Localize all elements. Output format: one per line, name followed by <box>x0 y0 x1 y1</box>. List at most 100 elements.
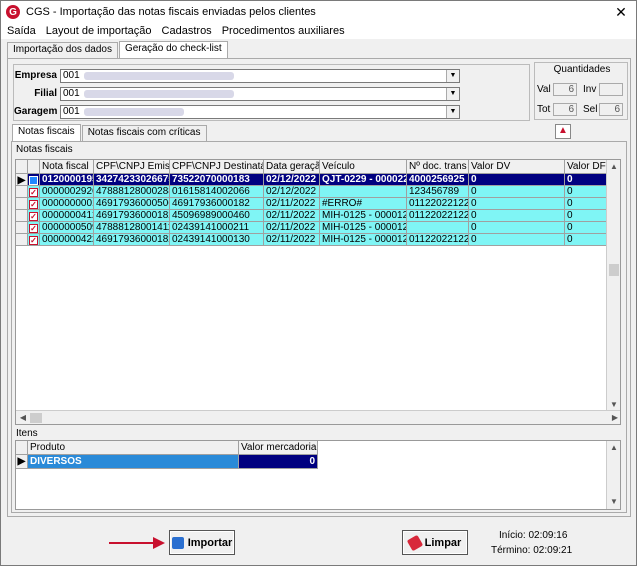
col-nota-fiscal[interactable]: Nota fiscal <box>40 160 94 174</box>
menu-layout-importacao[interactable]: Layout de importação <box>46 25 152 37</box>
row-checkbox[interactable]: ✓ <box>28 234 40 246</box>
cell-valor-df: 0 <box>565 222 608 234</box>
annotation-arrow-head <box>153 537 165 549</box>
qty-tot-value: 6 <box>553 103 577 116</box>
notas-vertical-scrollbar[interactable]: ▲ ▼ <box>606 160 620 412</box>
notas-grid[interactable]: Nota fiscal CPF\CNPJ Emissor CPF\CNPJ De… <box>15 159 621 425</box>
itens-header-indicator <box>16 441 28 455</box>
row-checkbox[interactable]: ✓ <box>28 186 40 198</box>
row-checkbox[interactable]: ✓ <box>28 210 40 222</box>
table-row[interactable]: ✓ 0000000001 46917936000506 46917936000182 0… <box>16 198 608 210</box>
chevron-down-icon[interactable]: ▼ <box>446 105 459 118</box>
tab-notas-fiscais-criticas[interactable]: Notas fiscais com críticas <box>81 125 207 141</box>
tab-notas-fiscais[interactable]: Notas fiscais <box>12 124 81 141</box>
col-data-geracao[interactable]: Data geração <box>264 160 320 174</box>
app-logo-icon: G <box>6 5 20 19</box>
cell-data-geracao: 02/11/2022 <box>264 210 320 222</box>
table-row[interactable]: ✓ 0000002926 47888128000288 01615814002066 0… <box>16 186 608 198</box>
cell-cnpj-emissor: 46917936000506 <box>94 198 170 210</box>
row-checkbox[interactable] <box>28 174 40 186</box>
print-icon[interactable]: ▲ <box>555 124 571 139</box>
notas-grid-header: Nota fiscal CPF\CNPJ Emissor CPF\CNPJ De… <box>16 160 608 174</box>
scroll-right-icon[interactable]: ▶ <box>608 411 620 424</box>
row-indicator <box>16 198 28 210</box>
itens-grid[interactable]: Produto Valor mercadoria ▶ DIVERSOS 0 ▲ … <box>15 440 621 510</box>
col-cnpj-emissor[interactable]: CPF\CNPJ Emissor <box>94 160 170 174</box>
mid-tabs: Notas fiscais Notas fiscais com críticas <box>12 124 208 141</box>
limpar-button[interactable]: Limpar <box>402 530 468 555</box>
col-doc-trans[interactable]: Nº doc. trans <box>407 160 469 174</box>
cell-cnpj-emissor: 47888128001411 <box>94 222 170 234</box>
cell-valor-df: 0 <box>565 174 608 186</box>
qty-inv-label: Inv <box>583 84 597 95</box>
cell-valor-dv: 0 <box>469 234 565 246</box>
scroll-down-icon[interactable]: ▼ <box>607 495 621 509</box>
scroll-up-icon[interactable]: ▲ <box>607 160 620 174</box>
row-checkbox[interactable]: ✓ <box>28 198 40 210</box>
checkbox-checked-icon: ✓ <box>29 235 38 245</box>
cell-veiculo: #ERRO# <box>320 198 407 210</box>
qty-val-label: Val <box>537 84 551 95</box>
header-indicator <box>16 160 28 174</box>
inicio-value: 02:09:16 <box>528 530 568 541</box>
scroll-left-icon[interactable]: ◀ <box>16 411 30 424</box>
close-icon[interactable]: ✕ <box>612 3 630 21</box>
cell-doc-trans: 011220221227 <box>407 198 469 210</box>
cell-doc-trans: 011220221227 <box>407 210 469 222</box>
col-valor-df[interactable]: Valor DF <box>565 160 608 174</box>
limpar-label: Limpar <box>424 536 462 549</box>
cell-cnpj-emissor: 34274233026675 <box>94 174 170 186</box>
col-valor-mercadoria[interactable]: Valor mercadoria <box>239 441 318 455</box>
itens-vertical-scrollbar[interactable]: ▲ ▼ <box>606 441 620 509</box>
notas-panel: Notas fiscais Nota fiscal CPF\CNPJ Emiss… <box>11 141 627 513</box>
scroll-up-icon[interactable]: ▲ <box>607 441 621 455</box>
menu-saida[interactable]: Saída <box>7 25 36 37</box>
window-title: CGS - Importação das notas fiscais envia… <box>26 6 316 18</box>
cell-doc-trans: 4000256925 <box>407 174 469 186</box>
col-produto[interactable]: Produto <box>28 441 239 455</box>
scroll-thumb[interactable] <box>609 264 619 276</box>
itens-grid-header: Produto Valor mercadoria <box>16 441 318 455</box>
termino-time: Término: 02:09:21 <box>491 545 572 556</box>
row-indicator <box>16 186 28 198</box>
qty-inv-value <box>599 83 623 96</box>
checkbox-checked-icon: ✓ <box>29 199 38 209</box>
garagem-select[interactable]: 001 ▼ <box>60 104 460 119</box>
cell-valor-dv: 0 <box>469 186 565 198</box>
itens-row[interactable]: ▶ DIVERSOS 0 <box>16 455 318 469</box>
chevron-down-icon[interactable]: ▼ <box>446 69 459 82</box>
col-valor-dv[interactable]: Valor DV <box>469 160 565 174</box>
tab-importacao-dados[interactable]: Importação dos dados <box>7 42 118 58</box>
empresa-select[interactable]: 001 ▼ <box>60 68 460 83</box>
qty-inv: Inv <box>583 83 623 96</box>
table-row[interactable]: ✓ 0000000412 46917936000182 45096989000460 0… <box>16 210 608 222</box>
cell-data-geracao: 02/11/2022 <box>264 234 320 246</box>
row-indicator <box>16 222 28 234</box>
menu-cadastros[interactable]: Cadastros <box>162 25 212 37</box>
row-checkbox[interactable]: ✓ <box>28 222 40 234</box>
menu-procedimentos-auxiliares[interactable]: Procedimentos auxiliares <box>222 25 345 37</box>
col-cnpj-destinatario[interactable]: CPF\CNPJ Destinatário <box>170 160 264 174</box>
cell-nota-fiscal: 0000002926 <box>40 186 94 198</box>
hscroll-thumb[interactable] <box>30 413 42 423</box>
chevron-down-icon[interactable]: ▼ <box>446 87 459 100</box>
table-row[interactable]: ▶ 012000019599342742330266757352207000018… <box>16 174 608 186</box>
tab-geracao-checklist[interactable]: Geração do check-list <box>118 41 228 58</box>
qty-val-value: 6 <box>553 83 577 96</box>
table-row[interactable]: ✓ 0000000509 47888128001411 02439141000211 0… <box>16 222 608 234</box>
importar-button[interactable]: Importar <box>169 530 235 555</box>
row-indicator <box>16 210 28 222</box>
garagem-row: Garagem 001 ▼ <box>14 104 460 119</box>
filial-row: Filial 001 ▼ <box>14 86 460 101</box>
top-tabs: Importação dos dados Geração do check-li… <box>7 41 229 58</box>
col-veiculo[interactable]: Veículo <box>320 160 407 174</box>
filial-select[interactable]: 001 ▼ <box>60 86 460 101</box>
cell-veiculo: MIH-0125 - 0000125 - <box>320 234 407 246</box>
table-row[interactable]: ✓ 0000000422 46917936000182 02439141000130 0… <box>16 234 608 246</box>
annotation-arrow <box>109 542 155 544</box>
cell-cnpj-emissor: 46917936000182 <box>94 210 170 222</box>
cell-nota-fiscal: 0000000001 <box>40 198 94 210</box>
qty-sel-label: Sel <box>583 104 598 115</box>
notas-horizontal-scrollbar[interactable]: ◀ ▶ <box>16 410 620 424</box>
title-bar: G CGS - Importação das notas fiscais env… <box>1 1 636 23</box>
